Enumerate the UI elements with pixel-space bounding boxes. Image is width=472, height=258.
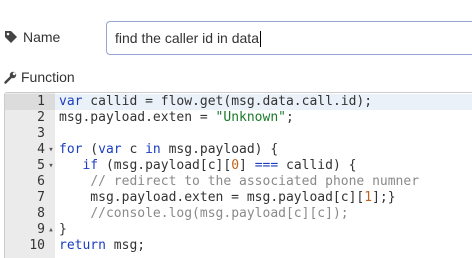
line-number-cell: 7: [5, 190, 55, 206]
code-token: "Unknown": [215, 110, 286, 125]
code-text: msg.payload.exten = "Unknown";: [59, 110, 294, 126]
wrench-icon: [4, 71, 17, 84]
line-number-cell: 3: [5, 126, 55, 142]
code-token: var: [59, 94, 83, 109]
code-line[interactable]: 5 ▾ if (msg.payload[c][0] === callid) {: [5, 158, 472, 174]
code-text: //console.log(msg.payload[c][c]);: [59, 206, 349, 222]
line-number-cell: 10: [5, 238, 55, 254]
code-line[interactable]: 6 // redirect to the associated phone nu…: [5, 174, 472, 190]
code-token: in: [145, 142, 161, 157]
code-token: msg;: [105, 238, 146, 253]
code-token: if: [82, 158, 99, 173]
line-number-cell: 1: [5, 94, 55, 110]
line-number: 5: [37, 158, 45, 173]
code-line[interactable]: 10 return msg;: [5, 238, 472, 254]
code-text: }: [59, 222, 67, 238]
code-token: // redirect to the associated phone numn…: [90, 174, 420, 189]
code-token: for: [59, 142, 83, 157]
text-cursor: [259, 31, 261, 48]
code-line[interactable]: 4 ▾ for (var c in msg.payload) {: [5, 142, 472, 158]
code-line[interactable]: 9 ▴}: [5, 222, 472, 238]
code-token: //console.log(msg.payload[c][c]);: [90, 206, 349, 221]
code-line[interactable]: 8 //console.log(msg.payload[c][c]);: [5, 206, 472, 222]
code-token: var: [98, 142, 122, 157]
name-label: Name: [23, 29, 61, 45]
code-token: ===: [254, 158, 279, 173]
code-token: (msg.payload[c][: [98, 158, 232, 173]
line-number-cell: 5 ▾: [5, 158, 55, 174]
code-token: msg.payload.exten =: [59, 110, 216, 125]
code-token: 1: [364, 190, 373, 205]
line-number-cell: 9 ▴: [5, 222, 55, 238]
code-token: (: [82, 142, 99, 157]
line-number: 9: [37, 222, 45, 237]
line-number-cell: 8: [5, 206, 55, 222]
line-number-cell: 4 ▾: [5, 142, 55, 158]
node-edit-panel: Name find the caller id in data Function…: [0, 0, 472, 258]
line-number-cell: 6: [5, 174, 55, 190]
code-line[interactable]: 7 msg.payload.exten = msg.payload[c][1];…: [5, 190, 472, 206]
code-text: // redirect to the associated phone numn…: [59, 174, 419, 190]
name-input-value: find the caller id in data: [115, 30, 259, 46]
fold-down-icon[interactable]: ▾: [47, 158, 55, 174]
line-number: 3: [37, 126, 45, 141]
code-token: ;: [286, 110, 294, 125]
code-token: msg.payload.exten = msg.payload[c][: [59, 190, 365, 205]
name-label-group: Name: [4, 28, 60, 46]
line-number: 8: [37, 206, 45, 221]
code-text: if (msg.payload[c][0] === callid) {: [59, 158, 356, 174]
line-number: 2: [37, 110, 45, 125]
code-line[interactable]: 2 msg.payload.exten = "Unknown";: [5, 110, 472, 126]
line-number: 10: [29, 238, 45, 253]
line-number: 7: [37, 190, 45, 205]
code-line[interactable]: 3: [5, 126, 472, 142]
code-text: for (var c in msg.payload) {: [59, 142, 278, 158]
code-token: ]: [239, 158, 255, 173]
fold-up-icon[interactable]: ▴: [47, 222, 55, 238]
code-token: return: [59, 238, 106, 253]
code-text: return msg;: [59, 238, 145, 254]
code-token: }: [59, 222, 67, 237]
code-lines: 1 var callid = flow.get(msg.data.call.id)…: [5, 94, 472, 254]
line-number: 6: [37, 174, 45, 189]
name-row: Name find the caller id in data: [0, 0, 472, 68]
code-token: callid = flow.get(msg.data.call.id);: [82, 94, 373, 109]
code-token: msg.payload) {: [160, 142, 279, 157]
code-token: callid) {: [278, 158, 357, 173]
code-token: 0: [231, 158, 240, 173]
code-editor[interactable]: 1 var callid = flow.get(msg.data.call.id)…: [4, 92, 472, 258]
function-label-group: Function: [4, 68, 75, 86]
code-token: ];}: [372, 190, 396, 205]
line-number: 1: [37, 94, 45, 109]
code-token: c: [121, 142, 146, 157]
code-text: msg.payload.exten = msg.payload[c][1];}: [59, 190, 396, 206]
function-label: Function: [21, 69, 75, 85]
name-input[interactable]: find the caller id in data: [106, 21, 472, 55]
tag-icon: [4, 30, 18, 44]
fold-down-icon[interactable]: ▾: [47, 142, 55, 158]
code-text: var callid = flow.get(msg.data.call.id);: [59, 94, 372, 110]
line-number: 4: [37, 142, 45, 157]
code-line[interactable]: 1 var callid = flow.get(msg.data.call.id)…: [5, 94, 472, 110]
line-number-cell: 2: [5, 110, 55, 126]
